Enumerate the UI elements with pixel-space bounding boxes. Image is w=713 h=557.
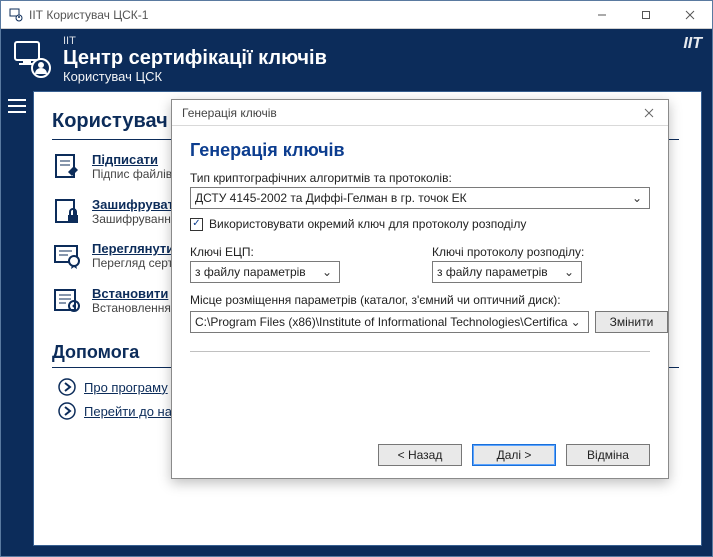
dist-keys-label: Ключі протоколу розподілу: <box>432 245 650 259</box>
algo-select[interactable]: ДСТУ 4145-2002 та Диффі-Гелман в гр. точ… <box>190 187 650 209</box>
titlebar: ІІТ Користувач ЦСК-1 <box>1 1 712 29</box>
banner-title: Центр сертифікації ключів <box>63 47 327 70</box>
chevron-down-icon: ⌄ <box>561 265 577 279</box>
algo-label: Тип криптографічних алгоритмів та проток… <box>190 171 650 185</box>
chevron-down-icon: ⌄ <box>319 265 335 279</box>
checkbox-label: Використовувати окремий ключ для протоко… <box>209 217 526 231</box>
dialog-body: Генерація ключів Тип криптографічних алг… <box>172 126 668 434</box>
arrow-right-icon <box>58 378 76 396</box>
help-link-label: Про програму <box>84 380 168 395</box>
app-window: ІІТ Користувач ЦСК-1 ІІТ Центр сертифіка… <box>0 0 713 557</box>
window-title: ІІТ Користувач ЦСК-1 <box>29 8 580 22</box>
dialog-close-button[interactable] <box>634 102 664 124</box>
path-value: C:\Program Files (x86)\Institute of Info… <box>195 315 568 329</box>
separate-key-checkbox[interactable]: ✓ Використовувати окремий ключ для прото… <box>190 217 650 231</box>
app-icon <box>9 8 23 22</box>
close-icon <box>644 108 654 118</box>
dialog-heading: Генерація ключів <box>190 140 650 161</box>
hamburger-icon <box>8 99 26 113</box>
logo-icon <box>11 38 53 83</box>
chevron-down-icon: ⌄ <box>568 315 584 329</box>
banner-text: ІІТ Центр сертифікації ключів Користувач… <box>63 36 327 84</box>
change-button[interactable]: Змінити <box>595 311 669 333</box>
certificate-icon <box>52 241 82 271</box>
chevron-down-icon: ⌄ <box>629 191 645 205</box>
arrow-right-icon <box>58 402 76 420</box>
banner-iit: ІІТ <box>63 36 327 47</box>
next-button[interactable]: Далі > <box>472 444 556 466</box>
path-select[interactable]: C:\Program Files (x86)\Institute of Info… <box>190 311 589 333</box>
checkbox-box: ✓ <box>190 218 203 231</box>
separator <box>190 351 650 352</box>
path-label: Місце розміщення параметрів (каталог, з'… <box>190 293 650 307</box>
brand-label: IIT <box>683 35 702 53</box>
banner: ІІТ Центр сертифікації ключів Користувач… <box>1 29 712 91</box>
dist-keys-value: з файлу параметрів <box>437 265 548 279</box>
ecp-keys-value: з файлу параметрів <box>195 265 306 279</box>
banner-subtitle: Користувач ЦСК <box>63 70 327 84</box>
minimize-button[interactable] <box>580 1 624 29</box>
maximize-button[interactable] <box>624 1 668 29</box>
document-lock-icon <box>52 197 82 227</box>
dialog-title: Генерація ключів <box>182 106 634 120</box>
keygen-dialog: Генерація ключів Генерація ключів Тип кр… <box>171 99 669 479</box>
back-button[interactable]: < Назад <box>378 444 462 466</box>
dialog-buttons: < Назад Далі > Відміна <box>172 434 668 478</box>
ecp-keys-select[interactable]: з файлу параметрів ⌄ <box>190 261 340 283</box>
dist-keys-select[interactable]: з файлу параметрів ⌄ <box>432 261 582 283</box>
menu-button[interactable] <box>1 91 33 556</box>
ecp-keys-label: Ключі ЕЦП: <box>190 245 408 259</box>
cancel-button[interactable]: Відміна <box>566 444 650 466</box>
settings-list-icon <box>52 286 82 316</box>
dialog-titlebar: Генерація ключів <box>172 100 668 126</box>
document-sign-icon <box>52 152 82 182</box>
algo-value: ДСТУ 4145-2002 та Диффі-Гелман в гр. точ… <box>195 191 467 205</box>
close-button[interactable] <box>668 1 712 29</box>
